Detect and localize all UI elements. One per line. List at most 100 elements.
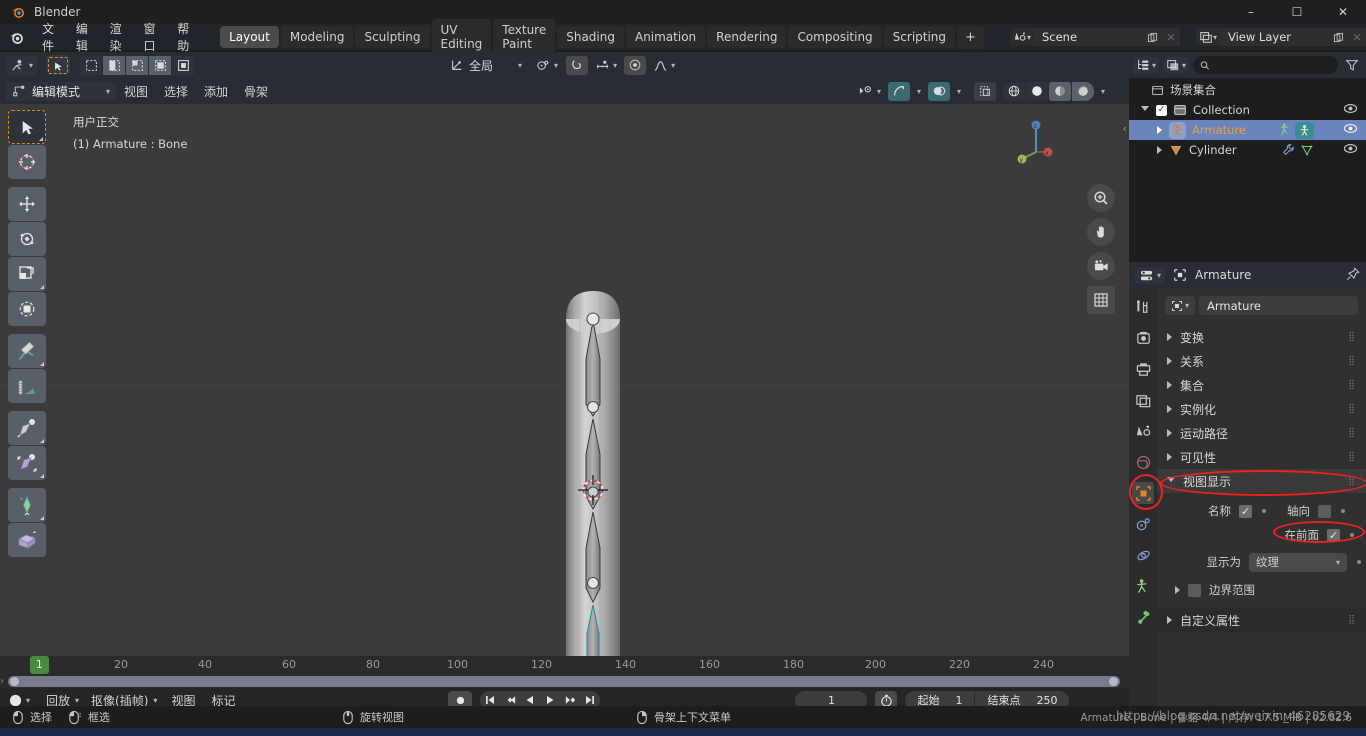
tool-transform-icon[interactable]	[8, 292, 46, 326]
tweak-tool-button[interactable]	[46, 55, 71, 75]
outliner-display-mode-dropdown[interactable]: ▾	[1163, 57, 1190, 73]
scrollbar-left-knob[interactable]	[10, 677, 19, 686]
properties-tab-output[interactable]	[1132, 358, 1154, 380]
xray-toggle-button[interactable]	[973, 81, 996, 101]
timeline-expand-arrow[interactable]: ›	[0, 676, 4, 687]
object-name-field[interactable]: Armature	[1199, 296, 1358, 315]
workspace-tab-animation[interactable]: Animation	[625, 26, 706, 48]
panel-relations[interactable]: 关系 ⣿	[1157, 349, 1366, 373]
pan-gizmo-icon[interactable]	[1087, 218, 1115, 246]
select-extend-icon[interactable]	[103, 55, 126, 75]
properties-tab-modifiers[interactable]	[1132, 513, 1154, 535]
menu-window[interactable]: 窗口	[134, 17, 168, 57]
outliner-row-scene-collection[interactable]: 场景集合	[1129, 80, 1366, 100]
select-invert-icon[interactable]	[149, 55, 172, 75]
panel-motion-paths[interactable]: 运动路径 ⣿	[1157, 421, 1366, 445]
in-front-animate-dot[interactable]	[1350, 533, 1354, 537]
outliner-row-armature[interactable]: Armature	[1129, 120, 1366, 140]
blender-menu-icon[interactable]	[8, 28, 25, 46]
shading-dropdown-chevron-down-icon[interactable]: ▾	[1097, 87, 1109, 96]
navigation-axis-gizmo[interactable]: x z y	[1014, 114, 1084, 184]
menu-render[interactable]: 渲染	[101, 17, 135, 57]
display-as-animate-dot[interactable]	[1357, 560, 1361, 564]
pin-id-icon[interactable]	[1346, 266, 1360, 284]
properties-editor-type-dropdown[interactable]: ▾	[1135, 266, 1166, 284]
workspace-tab-scripting[interactable]: Scripting	[883, 26, 956, 48]
visibility-eye-icon[interactable]	[1343, 122, 1358, 138]
viewport-menu-select[interactable]: 选择	[156, 81, 196, 102]
timeline-horizontal-scrollbar[interactable]	[8, 676, 1120, 687]
workspace-tab-layout[interactable]: Layout	[220, 26, 279, 48]
panel-collections[interactable]: 集合 ⣿	[1157, 373, 1366, 397]
tool-annotate-icon[interactable]	[8, 334, 46, 368]
viewport-menu-view[interactable]: 视图	[116, 81, 156, 102]
tool-rotate-icon[interactable]	[8, 222, 46, 256]
workspace-tab-uv-editing[interactable]: UV Editing	[431, 19, 492, 55]
name-checkbox[interactable]: ✓	[1239, 504, 1252, 518]
workspace-tab-rendering[interactable]: Rendering	[707, 26, 787, 48]
properties-tab-scene[interactable]	[1132, 420, 1154, 442]
panel-transform[interactable]: 变换 ⣿	[1157, 325, 1366, 349]
add-workspace-button[interactable]: +	[957, 25, 984, 49]
tool-extrude-bone-icon[interactable]	[8, 411, 46, 445]
menu-help[interactable]: 帮助	[168, 17, 202, 57]
properties-tab-view-layer[interactable]	[1132, 389, 1154, 411]
gizmo-toggle-button[interactable]	[887, 81, 910, 101]
outliner-row-collection[interactable]: ✓ Collection	[1129, 100, 1366, 120]
shading-rendered-button[interactable]	[1071, 81, 1094, 101]
viewport-menu-add[interactable]: 添加	[196, 81, 236, 102]
tool-move-icon[interactable]	[8, 187, 46, 221]
tool-measure-box-icon[interactable]	[8, 523, 46, 557]
scrollbar-right-knob[interactable]	[1109, 677, 1118, 686]
view-layer-name-field[interactable]: View Layer	[1219, 28, 1330, 46]
visibility-eye-icon[interactable]	[1343, 102, 1358, 118]
scene-name-field[interactable]: Scene	[1033, 28, 1144, 46]
camera-gizmo-icon[interactable]	[1087, 252, 1115, 280]
maximize-button[interactable]: ☐	[1274, 0, 1320, 24]
properties-tab-object[interactable]	[1132, 482, 1154, 504]
panel-visibility[interactable]: 可见性 ⣿	[1157, 445, 1366, 469]
workspace-tab-sculpting[interactable]: Sculpting	[355, 26, 430, 48]
workspace-tab-compositing[interactable]: Compositing	[788, 26, 882, 48]
tool-bone-size-icon[interactable]	[8, 446, 46, 480]
disclosure-triangle-icon[interactable]	[1175, 586, 1180, 594]
display-as-dropdown[interactable]: 纹理 ▾	[1249, 552, 1347, 572]
axes-animate-dot[interactable]	[1341, 509, 1345, 513]
workspace-tab-modeling[interactable]: Modeling	[280, 26, 354, 48]
tool-tweak-select-icon[interactable]	[8, 110, 46, 144]
pivot-point-dropdown[interactable]: ▾	[532, 58, 562, 73]
outliner-search-box[interactable]	[1193, 56, 1338, 74]
menu-file[interactable]: 文件	[33, 17, 67, 57]
delete-view-layer-button[interactable]: ✕	[1347, 28, 1366, 46]
proportional-editing-toggle[interactable]	[624, 55, 647, 75]
view-layer-icon[interactable]: ▾	[1195, 28, 1220, 46]
visibility-eye-icon[interactable]	[1343, 142, 1358, 158]
3d-viewport[interactable]: 用户正交 (1) Armature : Bone Armature x z y	[0, 104, 1129, 656]
timeline-ruler[interactable]: 20 40 60 80 100 120 140 160 180 200 220 …	[0, 656, 1129, 678]
shading-material-button[interactable]	[1048, 81, 1071, 101]
menu-edit[interactable]: 编辑	[67, 17, 101, 57]
overlays-toggle-button[interactable]	[927, 81, 950, 101]
in-front-checkbox[interactable]: ✓	[1327, 528, 1340, 542]
axes-checkbox[interactable]	[1318, 504, 1331, 518]
tool-cursor-icon[interactable]	[8, 145, 46, 179]
properties-tab-render[interactable]	[1132, 327, 1154, 349]
collection-checkbox[interactable]: ✓	[1156, 104, 1167, 116]
visibility-dropdown[interactable]: ▾	[854, 84, 885, 98]
new-scene-button[interactable]	[1143, 28, 1162, 46]
outliner-row-cylinder[interactable]: Cylinder	[1129, 140, 1366, 160]
delete-scene-button[interactable]: ✕	[1161, 28, 1180, 46]
object-id-icon-dropdown[interactable]: ▾	[1165, 296, 1195, 315]
close-button[interactable]: ✕	[1320, 0, 1366, 24]
ortho-perspective-gizmo-icon[interactable]	[1087, 286, 1115, 314]
tool-bone-roll-icon[interactable]	[8, 488, 46, 522]
disclosure-triangle-icon[interactable]	[1157, 146, 1162, 154]
select-set-icon[interactable]	[80, 55, 103, 75]
workspace-tab-texture-paint[interactable]: Texture Paint	[493, 19, 556, 55]
zoom-gizmo-icon[interactable]	[1087, 184, 1115, 212]
overlays-dropdown-chevron-down-icon[interactable]: ▾	[953, 87, 965, 96]
tool-scale-icon[interactable]	[8, 257, 46, 291]
outliner-editor-type-dropdown[interactable]: ▾	[1133, 57, 1160, 73]
properties-tab-tool[interactable]	[1132, 296, 1154, 318]
outliner-filter-icon[interactable]	[1342, 58, 1362, 72]
